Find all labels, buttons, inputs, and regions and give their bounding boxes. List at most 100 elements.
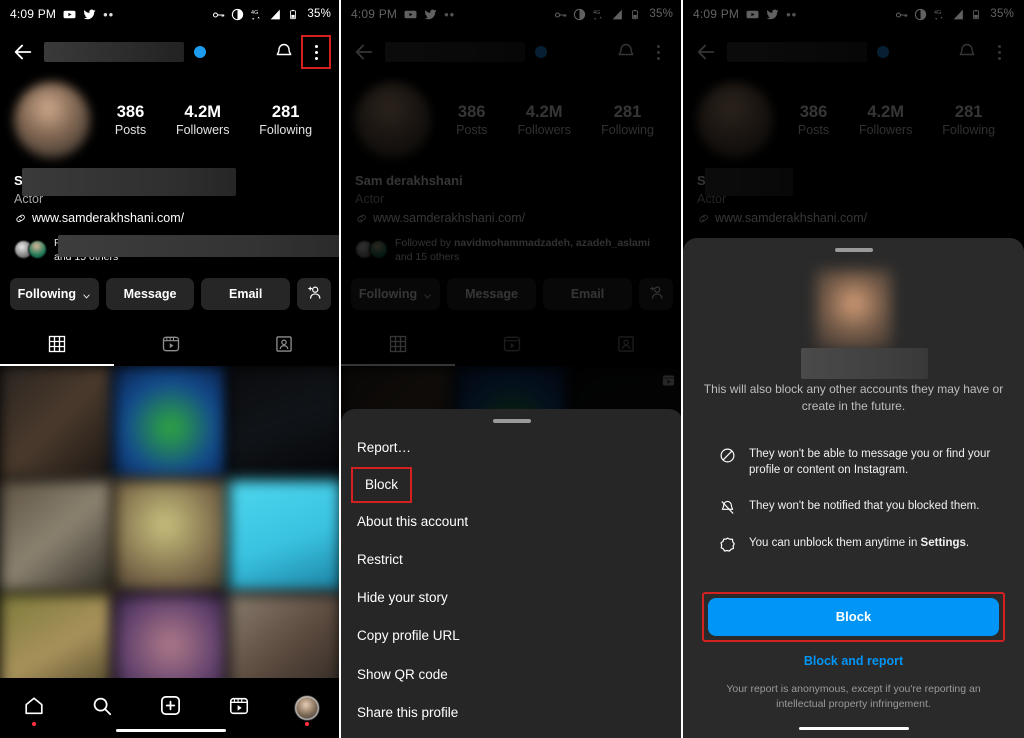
profile-header [341, 28, 683, 76]
block-disclaimer: Your report is anonymous, except if you'… [726, 682, 981, 710]
battery-icon [630, 8, 643, 21]
sheet-drag-handle[interactable] [834, 248, 873, 252]
bell-icon[interactable] [271, 37, 297, 67]
settings-link[interactable]: Settings [921, 537, 966, 549]
menu-item-block[interactable]: Block [341, 466, 683, 503]
kebab-menu-icon[interactable] [645, 37, 671, 67]
followers-label: Followers [858, 123, 913, 138]
home-nav[interactable] [0, 688, 68, 728]
following-button[interactable]: Following [10, 278, 99, 311]
4g-data-icon: 4G [250, 8, 263, 21]
notification-badge [32, 722, 37, 726]
grid-photo[interactable] [228, 365, 341, 478]
stat-following[interactable]: 281 Following [259, 102, 312, 139]
grid-tab[interactable] [0, 324, 114, 364]
dimmed-profile-content: 386 Posts 4.2M Followers 281 Following S… [341, 28, 683, 436]
bell-off-icon [719, 499, 736, 516]
grid-photo[interactable] [114, 479, 227, 593]
avatar[interactable] [355, 82, 431, 158]
chevron-down-icon [82, 290, 91, 299]
posts-label: Posts [456, 123, 488, 138]
profile-website[interactable]: www.samderakhshani.com/ [14, 208, 327, 228]
profile-header [683, 28, 1024, 76]
reels-nav[interactable] [205, 688, 273, 728]
grid-photo[interactable] [0, 365, 113, 478]
settings-text-after: . [965, 537, 970, 550]
header-actions [613, 37, 671, 67]
username-label [727, 42, 867, 62]
stat-following[interactable]: 281 Following [942, 102, 995, 139]
email-button[interactable]: Email [543, 278, 632, 311]
stat-posts[interactable]: 386 Posts [798, 102, 829, 139]
profile-stats: 386 Posts 4.2M Followers 281 Following [90, 102, 327, 139]
chevron-down-icon [423, 290, 432, 299]
bell-icon[interactable] [613, 37, 639, 67]
stat-posts[interactable]: 386 Posts [456, 102, 487, 139]
menu-item-about-this-account[interactable]: About this account [341, 503, 683, 541]
message-button[interactable]: Message [105, 278, 195, 311]
followed-by-avatars [355, 240, 388, 260]
status-bar-left: 4:09 PM •• [351, 7, 455, 22]
profile-name-block: Sam derakhshani Actor www.samderakhshani… [355, 172, 669, 264]
status-time: 4:09 PM [351, 7, 398, 21]
profile-header [0, 28, 341, 76]
stat-followers[interactable]: 4.2M Followers [176, 102, 230, 139]
tagged-tab[interactable] [227, 324, 341, 364]
svg-text:4G: 4G [934, 9, 941, 15]
add-person-button[interactable] [297, 278, 332, 311]
message-button[interactable]: Message [447, 278, 536, 311]
profile-category: Actor [355, 191, 385, 206]
grid-photo[interactable] [0, 479, 113, 593]
back-arrow-icon[interactable] [353, 41, 375, 63]
reels-tab[interactable] [114, 324, 228, 364]
bell-icon[interactable] [954, 37, 980, 67]
profile-nav[interactable] [273, 688, 341, 728]
reels-tab[interactable] [455, 324, 569, 364]
stat-following[interactable]: 281 Following [601, 102, 654, 139]
avatar[interactable] [697, 82, 773, 158]
followed-by-row[interactable]: Followed by navidmohammadzadeh, azadeh_a… [14, 234, 341, 264]
email-button[interactable]: Email [201, 278, 291, 311]
stat-posts[interactable]: 386 Posts [115, 102, 146, 139]
menu-item-report[interactable]: Report… [341, 429, 683, 467]
tagged-tab[interactable] [569, 324, 683, 364]
menu-item-share-this-profile[interactable]: Share this profile [341, 694, 683, 732]
stat-followers[interactable]: 4.2M Followers [859, 102, 913, 139]
reels-icon [228, 695, 250, 722]
add-person-button[interactable] [639, 278, 673, 311]
dimmed-profile-content: 386 Posts 4.2M Followers 281 Following S [683, 28, 1024, 264]
profile-website[interactable]: www.samderakhshani.com/ [697, 208, 1010, 228]
following-button[interactable]: Following [351, 278, 440, 311]
block-dialog-subtitle: This will also block any other accounts … [703, 382, 1004, 414]
back-arrow-icon[interactable] [695, 41, 717, 63]
profile-website[interactable]: www.samderakhshani.com/ [355, 208, 669, 228]
grid-tab[interactable] [341, 324, 455, 364]
menu-item-show-qr-code[interactable]: Show QR code [341, 656, 683, 694]
kebab-menu-icon[interactable] [986, 37, 1012, 67]
block-button[interactable]: Block [708, 597, 999, 636]
avatar[interactable] [14, 82, 90, 158]
followed-by-avatars [14, 240, 47, 260]
stat-followers[interactable]: 4.2M Followers [517, 102, 571, 139]
search-nav[interactable] [68, 688, 136, 728]
back-arrow-icon[interactable] [12, 41, 34, 63]
status-bar-left: 4:09 PM •• [10, 7, 114, 22]
header-actions [271, 35, 331, 69]
menu-item-restrict[interactable]: Restrict [341, 541, 683, 579]
following-label: Following [259, 123, 313, 138]
more-notifications-icon: •• [444, 6, 456, 22]
add-person-icon [648, 284, 665, 304]
menu-item-hide-your-story[interactable]: Hide your story [341, 579, 683, 617]
create-nav[interactable] [136, 688, 204, 728]
grid-photo[interactable] [228, 479, 341, 593]
kebab-menu-icon[interactable] [301, 35, 331, 69]
menu-item-copy-profile-url[interactable]: Copy profile URL [341, 617, 683, 655]
followed-by-suffix: and 15 others [395, 250, 460, 263]
grid-photo[interactable] [114, 365, 227, 478]
status-time: 4:09 PM [693, 7, 740, 21]
block-and-report-link[interactable]: Block and report [702, 654, 1005, 668]
following-label: Following [942, 123, 996, 138]
followed-by-row[interactable]: Followed by navidmohammadzadeh, azadeh_a… [355, 236, 669, 264]
sheet-drag-handle[interactable] [493, 418, 531, 423]
name-redaction [22, 168, 236, 196]
